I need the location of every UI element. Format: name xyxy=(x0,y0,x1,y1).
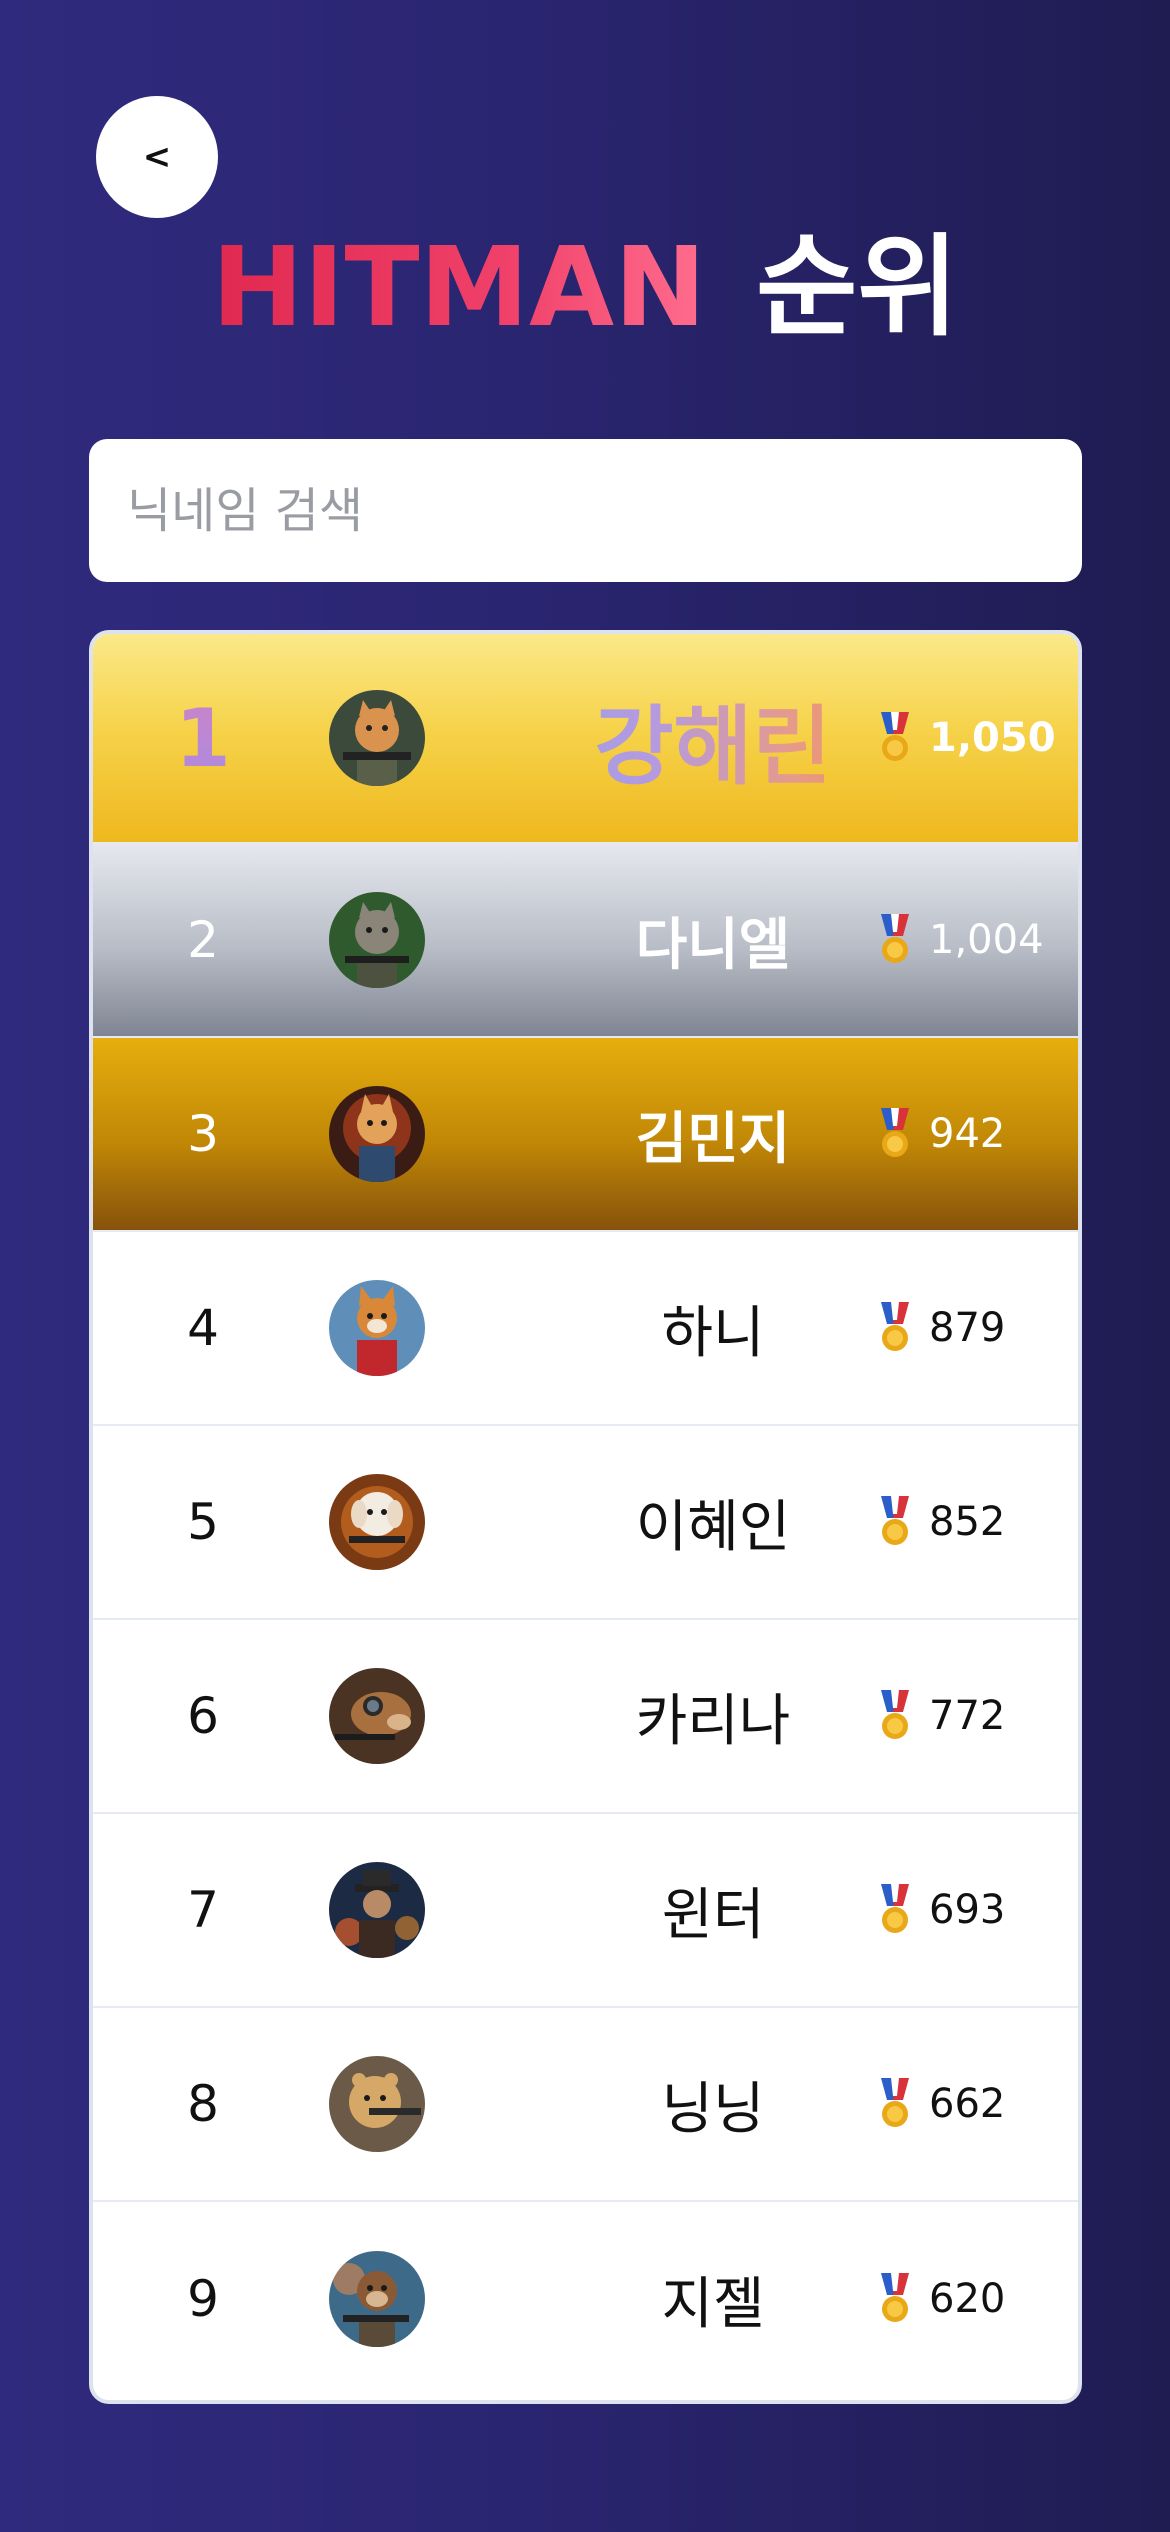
page-title: HITMAN 순위 xyxy=(0,222,1170,352)
score-container: 1,050 xyxy=(875,634,1056,842)
rank-number: 1 xyxy=(143,634,263,842)
player-score: 772 xyxy=(929,1693,1006,1739)
player-score: 693 xyxy=(929,1887,1006,1933)
leaderboard-row-2[interactable]: 2 다니엘 1,004 xyxy=(93,844,1078,1038)
medal-icon xyxy=(881,1302,909,1351)
player-name: 강해린 xyxy=(513,634,913,842)
leaderboard-row-8[interactable]: 8 닝닝 662 xyxy=(93,2008,1078,2202)
medal-icon xyxy=(881,1690,909,1739)
score-container: 662 xyxy=(875,2008,1005,2200)
medal-icon xyxy=(881,2273,909,2322)
kitten-gunner-avatar xyxy=(329,1086,425,1182)
medal-icon xyxy=(881,1108,909,1157)
rank-number: 2 xyxy=(187,911,219,969)
rank-number: 6 xyxy=(187,1687,219,1745)
score-container: 879 xyxy=(875,1232,1005,1424)
back-button[interactable]: < xyxy=(96,96,218,218)
rank-number: 4 xyxy=(187,1299,219,1357)
hat-gunner-avatar xyxy=(329,1862,425,1958)
rank-number: 8 xyxy=(187,2075,219,2133)
medal-icon xyxy=(881,1884,909,1933)
leaderboard-row-6[interactable]: 6 카리나 772 xyxy=(93,1620,1078,1814)
score-container: 620 xyxy=(875,2202,1005,2396)
player-name: 다니엘 xyxy=(635,912,791,978)
score-container: 1,004 xyxy=(875,844,1044,1036)
player-score: 942 xyxy=(929,1111,1006,1157)
player-score: 879 xyxy=(929,1305,1006,1351)
player-name: 지젤 xyxy=(661,2271,765,2337)
medal-icon xyxy=(881,2078,909,2127)
puppy-gunner-avatar xyxy=(329,1474,425,1570)
medal-icon xyxy=(881,712,909,761)
cat-soldier-avatar xyxy=(329,690,425,786)
player-name: 하니 xyxy=(661,1300,765,1366)
score-container: 772 xyxy=(875,1620,1005,1812)
player-score: 1,050 xyxy=(929,715,1056,761)
hamster-gunner-avatar xyxy=(329,2056,425,2152)
player-score: 852 xyxy=(929,1499,1006,1545)
title-brand: HITMAN xyxy=(211,223,707,351)
medal-icon xyxy=(881,1496,909,1545)
cat-soldier-avatar xyxy=(329,892,425,988)
player-name: 윈터 xyxy=(661,1882,765,1948)
player-score: 620 xyxy=(929,2276,1006,2322)
leaderboard: 1 강해린 1,050 2 다니엘 1,004 3 김민지 942 4 하니 8… xyxy=(89,630,1082,2404)
back-icon: < xyxy=(142,137,172,177)
score-container: 942 xyxy=(875,1038,1005,1230)
leaderboard-row-3[interactable]: 3 김민지 942 xyxy=(93,1038,1078,1232)
player-name: 이혜인 xyxy=(635,1494,791,1560)
search-box[interactable] xyxy=(89,439,1082,582)
score-container: 693 xyxy=(875,1814,1005,2006)
fox-soldier-avatar xyxy=(329,1280,425,1376)
leaderboard-row-1[interactable]: 1 강해린 1,050 xyxy=(93,634,1078,844)
player-name: 카리나 xyxy=(635,1688,791,1754)
player-score: 662 xyxy=(929,2081,1006,2127)
player-name: 김민지 xyxy=(635,1106,791,1172)
leaderboard-row-5[interactable]: 5 이혜인 852 xyxy=(93,1426,1078,1620)
leaderboard-row-4[interactable]: 4 하니 879 xyxy=(93,1232,1078,1426)
rank-number: 7 xyxy=(187,1881,219,1939)
player-name: 닝닝 xyxy=(661,2076,765,2142)
dog-sniper-avatar xyxy=(329,1668,425,1764)
leaderboard-row-9[interactable]: 9 지젤 620 xyxy=(93,2202,1078,2396)
score-container: 852 xyxy=(875,1426,1005,1618)
otter-gunner-avatar xyxy=(329,2251,425,2347)
leaderboard-row-7[interactable]: 7 윈터 693 xyxy=(93,1814,1078,2008)
search-input[interactable] xyxy=(125,481,1046,540)
rank-number: 9 xyxy=(187,2270,219,2328)
medal-icon xyxy=(881,914,909,963)
title-rank: 순위 xyxy=(756,223,959,351)
player-score: 1,004 xyxy=(929,917,1044,963)
rank-number: 3 xyxy=(187,1105,219,1163)
rank-number: 5 xyxy=(187,1493,219,1551)
